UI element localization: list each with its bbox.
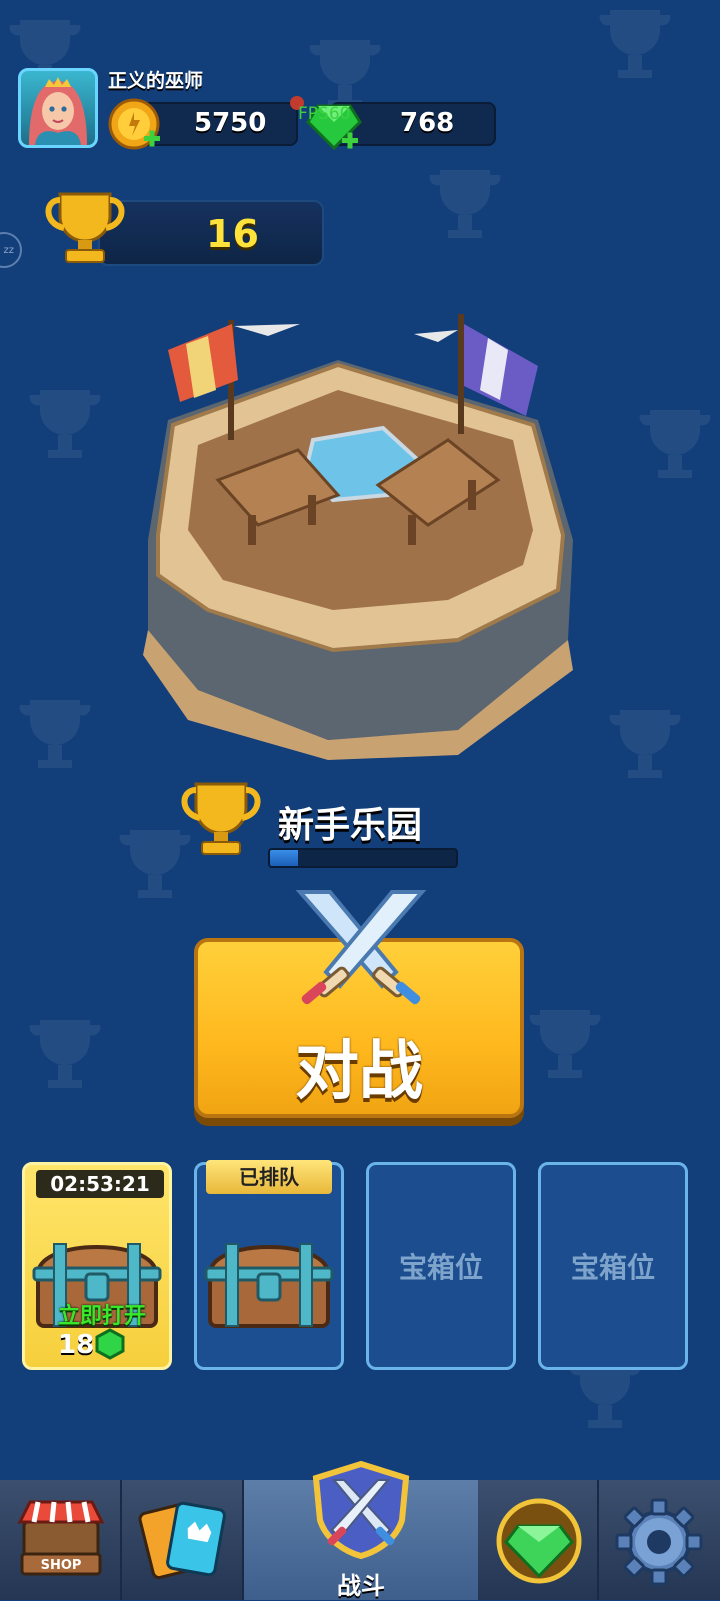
trophy-icon — [45, 192, 125, 263]
empty-slot-label: 宝箱位 — [570, 1251, 655, 1284]
gem-shop-icon — [496, 1498, 582, 1584]
arena-trophy-icon — [181, 782, 261, 855]
nav-battle-label: 战斗 — [337, 1572, 385, 1600]
arena-island-illustration[interactable] — [128, 310, 588, 760]
princess-avatar-icon — [29, 77, 87, 145]
gem-amount: 768 — [400, 108, 455, 138]
chest-slot-3[interactable]: 宝箱位 — [366, 1162, 516, 1370]
gold-coin-icon[interactable] — [108, 98, 164, 152]
crossed-swords-icon — [295, 890, 427, 1005]
trophy-watermark-icon — [639, 410, 711, 478]
cards-icon — [138, 1501, 226, 1580]
trophy-watermark-icon — [29, 1020, 101, 1088]
trophy-watermark-icon — [599, 10, 671, 78]
open-cost: 18 — [58, 1330, 95, 1360]
open-now-label: 立即打开 — [57, 1304, 146, 1329]
trophy-watermark-icon — [529, 1010, 601, 1078]
trophy-watermark-icon — [609, 710, 681, 778]
player-avatar[interactable] — [18, 68, 98, 148]
queued-tag: 已排队 — [206, 1160, 332, 1194]
player-name: 正义的巫师 — [108, 70, 204, 92]
small-gem-icon — [95, 1328, 125, 1360]
chest-slot-4[interactable]: 宝箱位 — [538, 1162, 688, 1370]
trophy-count: 16 — [206, 212, 259, 256]
arena-progress-bar — [268, 848, 458, 868]
fps-overlay: FPS60 — [298, 104, 351, 124]
chest-timer: 02:53:21 — [36, 1170, 164, 1198]
side-bubble-label: zz — [3, 244, 15, 256]
trophy-watermark-icon — [19, 700, 91, 768]
battle-button-label: 对战 — [295, 1035, 423, 1109]
shop-icon: SHOP — [17, 1500, 105, 1576]
arena-name: 新手乐园 — [278, 805, 423, 846]
empty-slot-label: 宝箱位 — [398, 1251, 483, 1284]
trophy-watermark-icon — [429, 170, 501, 238]
settings-gear-icon — [615, 1498, 703, 1586]
shop-icon-label: SHOP — [41, 1558, 82, 1573]
coin-amount: 5750 — [194, 108, 267, 138]
arena-progress-fill — [270, 850, 298, 866]
battle-shield-icon — [312, 1460, 410, 1560]
treasure-chest-icon — [204, 1243, 334, 1328]
trophy-watermark-icon — [29, 390, 101, 458]
